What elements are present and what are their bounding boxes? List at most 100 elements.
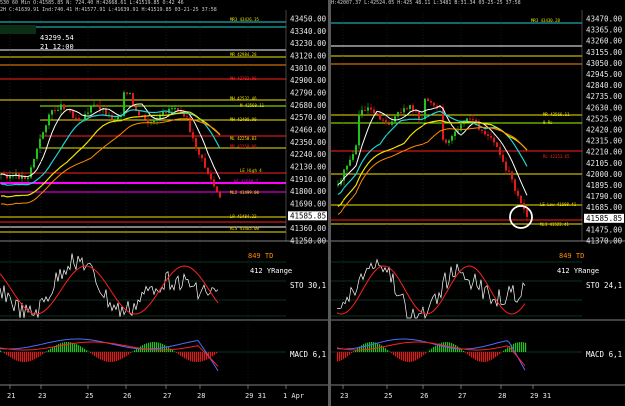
left-candle (192, 132, 194, 139)
left-macd-hist (102, 352, 104, 361)
right-macd-hist (403, 352, 405, 362)
right-macd-hist (399, 352, 401, 360)
left-candle (201, 154, 203, 159)
left-macd-hist (30, 352, 32, 361)
right-chart-pane[interactable]: H:42007.37 L:42524.05 H:425 48.11 L:3481… (331, 0, 625, 406)
left-level-label: MR3 43426.35 (230, 17, 259, 22)
left-macd-hist (28, 352, 30, 362)
left-candle (219, 191, 221, 198)
right-date-label: 28 (498, 392, 506, 400)
right-macd-hist (419, 352, 421, 359)
left-macd-hist (48, 349, 50, 352)
left-macd-hist (20, 352, 22, 362)
right-candle (445, 139, 447, 143)
left-candle (198, 148, 200, 155)
right-candle (487, 134, 489, 137)
left-macd-hist (194, 352, 196, 362)
right-candle (364, 109, 366, 111)
right-macd-hist (493, 352, 495, 359)
left-macd-hist (202, 352, 204, 362)
right-macd-hist (463, 351, 465, 352)
left-macd-hist (8, 352, 10, 357)
left-candle (57, 109, 59, 111)
right-macd-hist (363, 344, 365, 352)
left-macd-hist (134, 350, 136, 352)
right-candle (358, 114, 360, 146)
left-candle (63, 104, 65, 110)
left-level-label: MH 42400.90 (230, 117, 257, 122)
right-macd-hist (351, 352, 353, 354)
right-macd-hist (417, 352, 419, 360)
right-macd-hist (523, 342, 525, 352)
left-candle (36, 148, 38, 159)
right-macd-hist (395, 352, 397, 357)
left-candle (117, 117, 119, 120)
left-topleft-box (0, 25, 36, 34)
left-ma-yellow (0, 111, 221, 198)
left-candle (90, 106, 92, 113)
right-candle (505, 161, 507, 171)
right-macd-hist (481, 352, 483, 362)
left-date-label: 25 (85, 392, 93, 400)
left-macd-hist (92, 352, 94, 355)
right-macd-hist (341, 352, 343, 361)
right-macd-hist (405, 352, 407, 362)
left-macd-hist (72, 342, 74, 352)
right-macd-hist (347, 352, 349, 357)
right-macd-label: MACD 6,1 (586, 350, 622, 359)
left-macd-hist (14, 352, 16, 360)
right-macd-hist (409, 352, 411, 362)
left-macd-hist (44, 352, 46, 353)
right-candle (448, 140, 450, 143)
left-chart-pane[interactable]: 530 60 Min O:41585.85 N: 724.40 H:42668.… (0, 0, 328, 406)
left-candle (216, 186, 218, 192)
left-macd-hist (148, 342, 150, 352)
right-chart-canvas[interactable]: MR3 43430.28 MR 42566.11 0 Rs RL 42153.65 LE… (331, 0, 625, 406)
left-candle (153, 119, 155, 123)
left-macd-hist (60, 343, 62, 352)
left-macd-hist (192, 352, 194, 362)
left-macd-hist (86, 350, 88, 352)
right-macd-hist (371, 342, 373, 352)
right-macd-hist (491, 352, 493, 360)
left-macd-hist (114, 352, 116, 362)
left-macd-hist (68, 342, 70, 352)
right-candle (424, 98, 426, 120)
right-macd-hist (519, 342, 521, 352)
right-macd-hist (471, 352, 473, 358)
left-macd-hist (46, 351, 48, 352)
right-macd-hist (475, 352, 477, 360)
right-macd-hist (365, 343, 367, 352)
right-sto-k-line (336, 258, 526, 320)
left-macd-hist (210, 352, 212, 358)
right-candle (514, 179, 516, 191)
left-macd-hist (0, 350, 2, 352)
right-candle (370, 107, 372, 110)
left-candle (186, 116, 188, 118)
left-candle (27, 177, 29, 179)
left-macd-hist (170, 348, 172, 352)
right-macd-hist (487, 352, 489, 362)
left-chart-canvas[interactable]: MR3 43426.35 MR 42984.28 MH 42702.96 MH 425… (0, 0, 328, 406)
right-macd-hist (337, 352, 339, 362)
right-candle (352, 154, 354, 160)
left-date-label: 21 (7, 392, 15, 400)
right-macd-hist (483, 352, 485, 362)
right-date-label: 27 (458, 392, 466, 400)
left-macd-hist (154, 342, 156, 352)
left-price-tick: 43340.00 (290, 27, 327, 36)
left-price-box: 43299.54 (40, 34, 74, 42)
left-level-label: ML2 41499.00 (230, 190, 259, 195)
left-td-label: 849 TD (248, 252, 273, 260)
right-level-label: ML3 41522.41 (540, 222, 569, 227)
left-macd-hist (18, 352, 20, 362)
left-macd-hist (174, 351, 176, 352)
left-candle (162, 111, 164, 115)
left-macd-hist (110, 352, 112, 362)
right-level-label: RL 42153.65 (543, 154, 570, 159)
left-price-tick: 43450.00 (290, 15, 327, 24)
left-macd-hist (164, 344, 166, 352)
left-macd-hist (96, 352, 98, 358)
left-macd-hist (16, 352, 18, 361)
left-candle (132, 93, 134, 107)
